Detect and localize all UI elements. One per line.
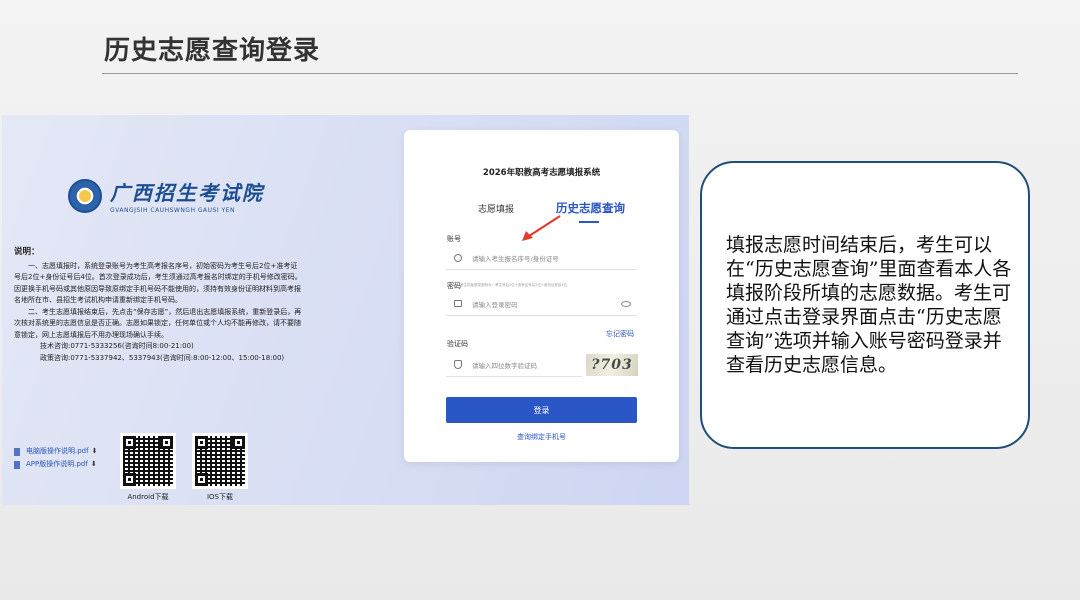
captcha-image[interactable]: ?703 — [586, 354, 638, 376]
pc-manual-link[interactable]: 电脑版操作说明.pdf ⬇ — [14, 445, 97, 458]
instructions-paragraph-1: 一、志愿填报时，系统登录账号为考生高考报名序号，初始密码为考生号后2位+准考证号… — [14, 261, 302, 305]
user-icon — [454, 253, 462, 262]
tab-volunteer-fill[interactable]: 志愿填报 — [478, 202, 514, 215]
portal-screenshot: 广西招生考试院 GVANGJSIH CAUHSWNGH GAUSI YEN 说明… — [2, 115, 689, 505]
query-bound-phone-link[interactable]: 查询绑定手机号 — [404, 432, 679, 442]
forgot-password-link[interactable]: 忘记密码 — [606, 329, 634, 339]
ios-qr-caption: IOS下载 — [206, 493, 234, 501]
shield-icon — [454, 360, 462, 369]
instructions-heading: 说明： — [14, 247, 40, 257]
title-divider — [102, 73, 1018, 74]
logo-chinese-name: 广西招生考试院 — [110, 181, 264, 205]
download-icon[interactable]: ⬇ — [91, 458, 97, 471]
emblem-icon — [68, 178, 102, 213]
app-manual-label: APP版操作说明.pdf — [26, 460, 88, 468]
system-title: 2026年职教高考志愿填报系统 — [482, 168, 601, 178]
android-qr-caption: Android下载 — [127, 493, 169, 501]
password-hint: 考生初始登录密码为：考生号后2位+准考证号后2位+身份证号后4位 — [460, 283, 568, 287]
android-qr-code — [120, 433, 176, 489]
pdf-file-icon — [14, 460, 20, 469]
active-tab-indicator — [579, 221, 599, 223]
instructions: 说明： 一、志愿填报时，系统登录账号为考生高考报名序号，初始密码为考生号后2位+… — [14, 247, 304, 364]
pdf-file-icon — [14, 447, 20, 456]
pc-manual-label: 电脑版操作说明.pdf — [26, 447, 89, 455]
instructions-paragraph-2: 二、考生志愿填报结束后，先点击“保存志愿”，然后退出志愿填报系统，重新登录后，再… — [14, 307, 302, 339]
tab-history-query[interactable]: 历史志愿查询 — [556, 200, 625, 216]
policy-contact: 政策咨询:0771-5337942、5337943(咨询时间:8:00-12:0… — [40, 353, 285, 362]
captcha-label: 验证码 — [447, 340, 468, 348]
password-input[interactable]: 请输入登录密码 — [446, 292, 637, 316]
account-placeholder: 请输入考生报名序号/身份证号 — [472, 254, 559, 263]
slide-title: 历史志愿查询登录 — [104, 36, 321, 66]
password-label: 密码 — [447, 282, 461, 290]
login-card: 2026年职教高考志愿填报系统 志愿填报 历史志愿查询 账号 请输入考生报名序号… — [404, 130, 679, 462]
lock-icon — [454, 300, 462, 307]
account-input[interactable]: 请输入考生报名序号/身份证号 — [446, 246, 637, 270]
annotation-callout: 填报志愿时间结束后，考生可以在“历史志愿查询”里面查看本人各填报阶段所填的志愿数… — [700, 161, 1030, 449]
portal-logo: 广西招生考试院 GVANGJSIH CAUHSWNGH GAUSI YEN — [68, 177, 264, 214]
annotation-arrow-icon — [522, 215, 561, 241]
tech-contact: 技术咨询:0771-5333256(咨询时间8:00-21:00) — [40, 342, 194, 350]
captcha-input[interactable]: 请输入四位数字验证码 — [446, 353, 582, 377]
callout-text: 填报志愿时间结束后，考生可以在“历史志愿查询”里面查看本人各填报阶段所填的志愿数… — [726, 234, 1012, 376]
captcha-placeholder: 请输入四位数字验证码 — [472, 361, 537, 370]
password-placeholder: 请输入登录密码 — [472, 300, 518, 309]
download-icon[interactable]: ⬇ — [92, 445, 98, 458]
ios-qr-code — [192, 433, 248, 489]
manual-downloads: 电脑版操作说明.pdf ⬇ APP版操作说明.pdf ⬇ — [14, 445, 97, 471]
logo-english-name: GVANGJSIH CAUHSWNGH GAUSI YEN — [110, 207, 235, 214]
account-label: 账号 — [447, 235, 461, 243]
login-button[interactable]: 登录 — [446, 397, 637, 423]
app-manual-link[interactable]: APP版操作说明.pdf ⬇ — [14, 458, 97, 471]
eye-off-icon[interactable] — [621, 300, 631, 307]
